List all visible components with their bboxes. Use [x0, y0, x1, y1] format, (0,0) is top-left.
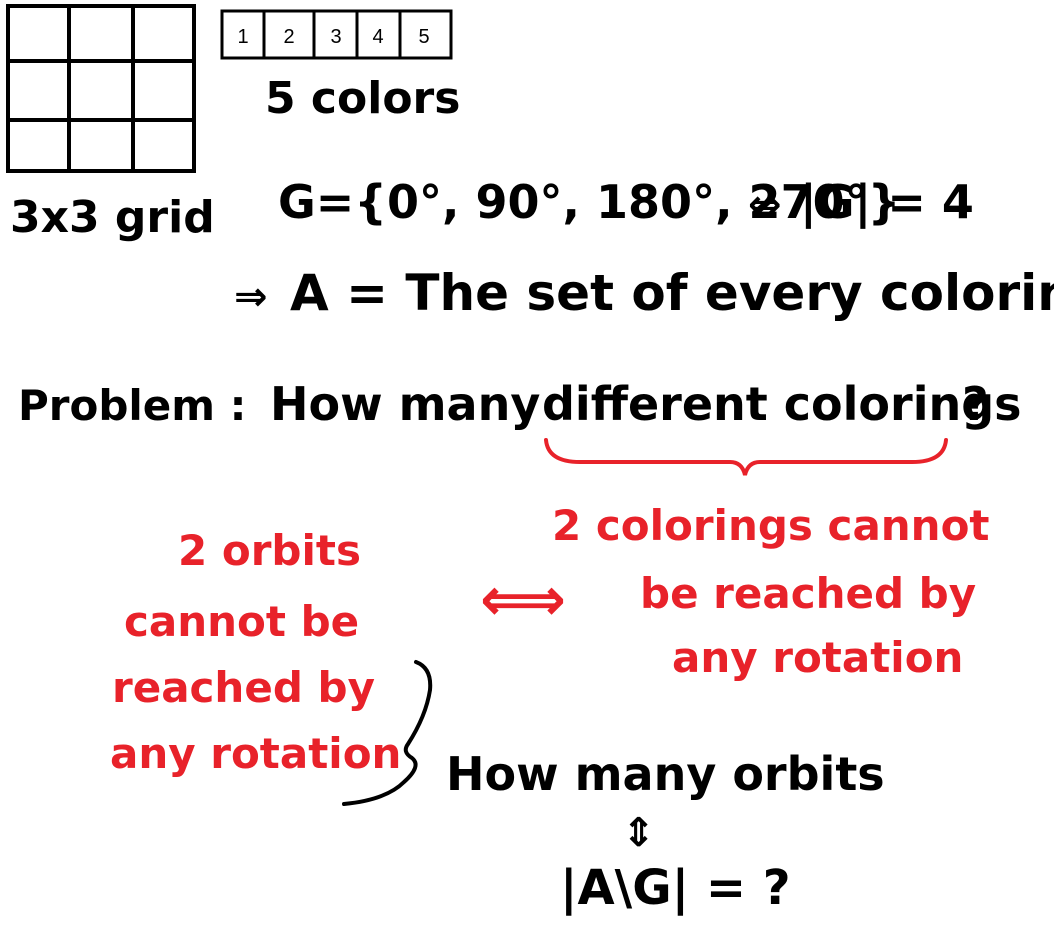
group-order: |G| = 4: [800, 175, 974, 230]
whiteboard-canvas: 3x3 grid 1 2 3 4 5 5 colors G={0°, 90°, …: [6, 4, 1054, 916]
problem-question-end: ?: [962, 377, 989, 431]
palette-cell-2: 2: [283, 26, 294, 48]
set-a-definition: A = The set of every coloring: [290, 264, 1054, 322]
implies-symbol: ⇒: [234, 274, 268, 320]
right-note-line-2: be reached by: [640, 569, 976, 618]
problem-underlined: different colorings: [542, 377, 1022, 431]
problem-prefix: Problem :: [18, 381, 246, 430]
left-note-line-3: reached by: [112, 663, 375, 712]
problem-question-start: How many: [270, 377, 540, 431]
three-by-three-grid: [6, 4, 196, 173]
right-note-line-3: any rotation: [672, 633, 963, 682]
palette-cell-5: 5: [418, 26, 429, 48]
palette-cell-4: 4: [372, 26, 383, 48]
red-equivalence-arrow: ⟺: [480, 565, 566, 635]
down-equivalence-arrow: ⇕: [622, 810, 656, 856]
left-note-line-1: 2 orbits: [178, 526, 361, 575]
left-note-line-2: cannot be: [124, 597, 359, 646]
iff-symbol: ⇔: [748, 182, 782, 228]
grid-label: 3x3 grid: [10, 192, 215, 243]
left-red-note: 2 orbits cannot be reached by any rotati…: [110, 526, 401, 778]
red-underbrace: [544, 438, 948, 476]
orbits-question: How many orbits: [446, 747, 885, 801]
right-note-line-1: 2 colorings cannot: [552, 501, 990, 550]
palette-cell-1: 1: [237, 26, 248, 48]
left-note-line-4: any rotation: [110, 729, 401, 778]
palette-label: 5 colors: [265, 73, 460, 124]
orbit-count-formula: |A\G| = ?: [560, 860, 791, 916]
color-palette: 1 2 3 4 5: [220, 9, 453, 60]
right-red-note: 2 colorings cannot be reached by any rot…: [552, 501, 990, 682]
palette-cell-3: 3: [330, 26, 341, 48]
